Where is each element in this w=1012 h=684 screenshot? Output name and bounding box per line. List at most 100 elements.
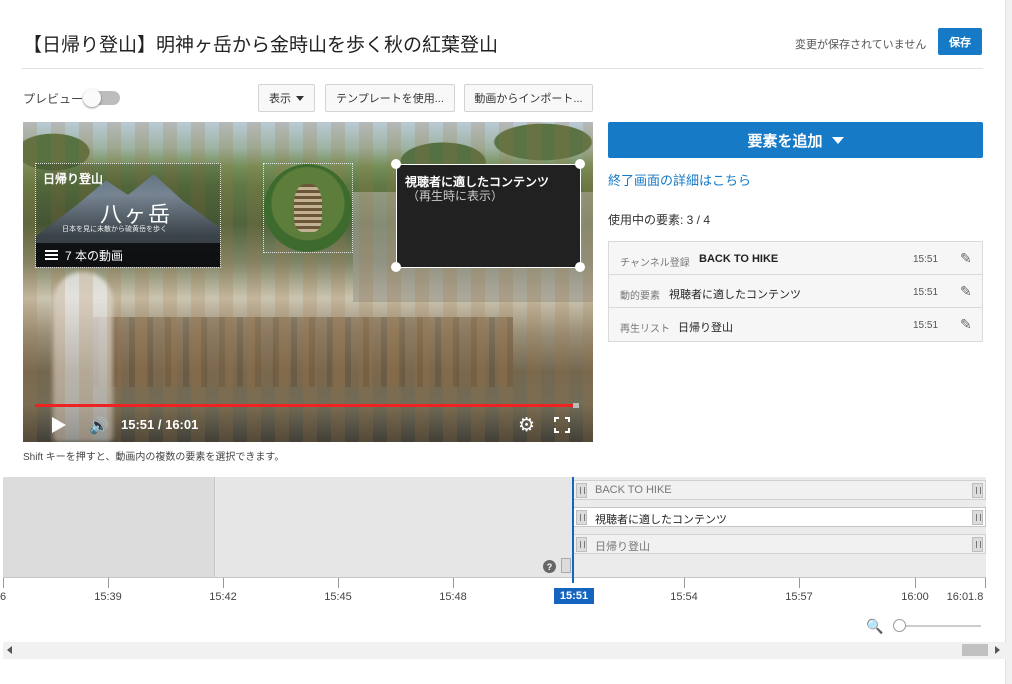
playhead[interactable] — [572, 477, 574, 583]
track-label: 日帰り登山 — [595, 541, 650, 553]
ruler-tick — [338, 578, 339, 588]
video-time: 15:51 / 16:01 — [121, 417, 199, 432]
fullscreen-icon[interactable] — [554, 417, 570, 433]
ruler-tick — [223, 578, 224, 588]
end-screen-details-link[interactable]: 終了画面の詳細はこちら — [608, 170, 751, 189]
subscribe-element[interactable] — [263, 163, 353, 253]
element-name: 視聴者に適したコンテンツ — [669, 289, 801, 301]
chevron-down-icon — [296, 95, 304, 101]
show-label: 表示 — [269, 93, 291, 105]
timeline-track-content[interactable]: 視聴者に適したコンテンツ — [573, 507, 986, 527]
timeline-track-playlist[interactable]: 日帰り登山 — [573, 534, 986, 554]
element-kind: チャンネル登録 — [620, 258, 690, 269]
ruler-tick — [684, 578, 685, 588]
ruler-tick — [108, 578, 109, 588]
element-kind: 動的要素 — [620, 291, 660, 302]
unsaved-status: 変更が保存されていません — [795, 39, 927, 51]
video-progress-bar[interactable] — [35, 403, 579, 408]
current-time-badge: 15:51 — [554, 588, 594, 604]
element-name: BACK TO HIKE — [699, 253, 779, 265]
zoom-icon: 🔍 — [866, 618, 884, 634]
ruler-label: 15:54 — [670, 591, 698, 603]
ruler-label: 15:45 — [324, 591, 352, 603]
playlist-element[interactable]: 日帰り登山 八ヶ岳 日本を見に未散から硫黄岳を歩く 7 本の動画 — [35, 163, 221, 268]
timeline-outside-region — [3, 477, 215, 577]
element-name: 日帰り登山 — [678, 322, 733, 334]
zoom-slider-knob[interactable] — [893, 619, 906, 632]
ruler-label: 15:48 — [439, 591, 467, 603]
track-label: 視聴者に適したコンテンツ — [595, 514, 727, 526]
ruler-tick — [985, 578, 986, 588]
gear-icon[interactable]: ⚙ — [518, 414, 535, 437]
playlist-icon — [45, 250, 58, 260]
edit-pencil-icon[interactable]: ✎ — [960, 283, 972, 300]
resize-handle-br[interactable] — [575, 262, 585, 272]
track-start-handle[interactable] — [576, 537, 587, 552]
ruler-tick — [915, 578, 916, 588]
track-start-handle[interactable] — [576, 510, 587, 525]
element-list: チャンネル登録 BACK TO HIKE 15:51 ✎ 動的要素 視聴者に適し… — [608, 241, 983, 342]
ruler-tick — [3, 578, 4, 588]
edit-pencil-icon[interactable]: ✎ — [960, 250, 972, 267]
ruler-label: 15:39 — [94, 591, 122, 603]
scrollbar-thumb[interactable] — [962, 644, 988, 656]
ruler-label: 15:57 — [785, 591, 813, 603]
resize-handle-tl[interactable] — [391, 159, 401, 169]
elements-usage: 使用中の要素: 3 / 4 — [608, 213, 711, 227]
video-preview[interactable]: 日帰り登山 八ヶ岳 日本を見に未散から硫黄岳を歩く 7 本の動画 視聴者に適した… — [23, 122, 593, 442]
header-divider — [22, 68, 983, 69]
track-end-handle[interactable] — [972, 537, 983, 552]
scroll-right-icon[interactable] — [995, 646, 1000, 654]
ruler-label: 16:01.8 — [946, 591, 984, 603]
playlist-title: 日帰り登山 — [43, 172, 104, 186]
element-time: 15:51 — [913, 254, 939, 265]
element-time: 15:51 — [913, 320, 939, 331]
video-controls: 🔊 15:51 / 16:01 ⚙ — [23, 408, 593, 442]
chevron-down-icon — [831, 136, 844, 144]
track-end-handle[interactable] — [972, 510, 983, 525]
element-kind: 再生リスト — [620, 324, 670, 335]
help-icon[interactable]: ? — [543, 560, 556, 573]
track-label: BACK TO HIKE — [595, 484, 672, 496]
preview-toggle[interactable] — [83, 89, 120, 107]
ruler-tick — [799, 578, 800, 588]
use-template-button[interactable]: テンプレートを使用... — [325, 84, 455, 112]
element-time: 15:51 — [913, 287, 939, 298]
ruler-tick — [453, 578, 454, 588]
ruler-label: 6 — [0, 591, 7, 603]
resize-handle-tr[interactable] — [575, 159, 585, 169]
track-start-handle[interactable] — [576, 483, 587, 498]
resize-handle-bl[interactable] — [391, 262, 401, 272]
toggle-knob — [83, 89, 101, 107]
time-ruler[interactable]: 6 15:39 15:42 15:45 15:48 15:54 15:57 16… — [0, 577, 986, 605]
import-from-video-button[interactable]: 動画からインポート... — [464, 84, 593, 112]
save-button[interactable]: 保存 — [938, 28, 982, 55]
video-frame-fence — [93, 317, 513, 387]
timeline-video-region — [216, 477, 572, 577]
playlist-count: 7 本の動画 — [65, 248, 124, 263]
bird-image — [294, 184, 322, 232]
thumbnail-subtitle: 日本を見に未散から硫黄岳を歩く — [62, 226, 167, 233]
list-item[interactable]: 動的要素 視聴者に適したコンテンツ 15:51 ✎ — [609, 275, 982, 308]
preview-label: プレビュー — [23, 92, 84, 106]
show-dropdown-button[interactable]: 表示 — [258, 84, 315, 112]
timeline-area[interactable]: BACK TO HIKE 視聴者に適したコンテンツ 日帰り登山 — [3, 477, 986, 577]
timeline-track-channel[interactable]: BACK TO HIKE — [573, 480, 986, 500]
page-title: 【日帰り登山】明神ヶ岳から金時山を歩く秋の紅葉登山 — [23, 35, 499, 56]
end-screen-start-handle[interactable] — [561, 558, 571, 573]
ruler-label: 15:42 — [209, 591, 237, 603]
edit-pencil-icon[interactable]: ✎ — [960, 316, 972, 333]
horizontal-scrollbar[interactable] — [3, 642, 1006, 659]
shift-select-hint: Shift キーを押すと、動画内の複数の要素を選択できます。 — [23, 452, 285, 463]
scroll-left-icon[interactable] — [7, 646, 12, 654]
volume-icon[interactable]: 🔊 — [89, 416, 109, 436]
list-item[interactable]: チャンネル登録 BACK TO HIKE 15:51 ✎ — [609, 242, 982, 275]
recommended-content-element[interactable]: 視聴者に適したコンテンツ （再生時に表示） — [396, 164, 581, 268]
play-icon[interactable] — [52, 417, 66, 433]
ruler-label: 16:00 — [901, 591, 929, 603]
list-item[interactable]: 再生リスト 日帰り登山 15:51 ✎ — [609, 308, 982, 341]
add-element-label: 要素を追加 — [747, 132, 823, 150]
track-end-handle[interactable] — [972, 483, 983, 498]
zoom-slider[interactable] — [899, 625, 981, 627]
add-element-button[interactable]: 要素を追加 — [608, 122, 983, 158]
